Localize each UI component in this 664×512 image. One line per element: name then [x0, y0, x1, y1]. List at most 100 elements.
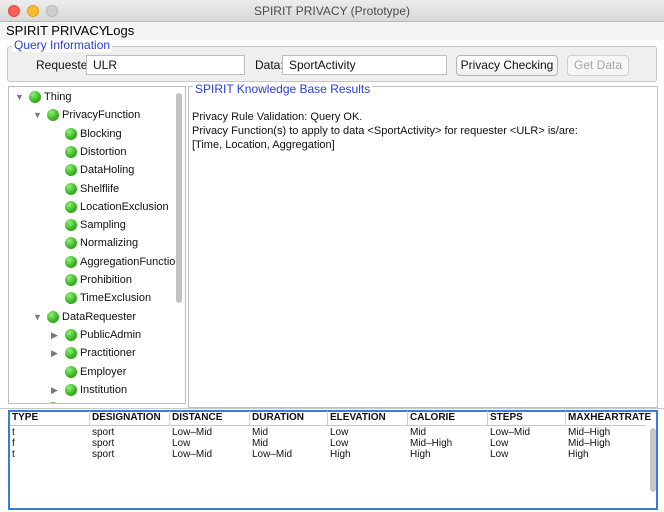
tree-item-label: Institution — [80, 383, 128, 396]
tree-item[interactable]: Owner — [9, 400, 177, 403]
tree-item[interactable]: ▼ DataRequester — [9, 309, 177, 325]
tree-item[interactable]: AggregationFunction — [9, 254, 182, 270]
tree-item[interactable]: ▶ Institution — [9, 382, 177, 398]
table-cell[interactable]: Mid — [250, 438, 268, 449]
table-cell[interactable]: Low — [488, 438, 508, 449]
table-cell[interactable]: Low — [328, 438, 348, 449]
table-cell[interactable]: Low–Mid — [488, 427, 530, 438]
menu-spirit-privacy[interactable]: SPIRIT PRIVACY — [6, 23, 107, 38]
tree-item[interactable]: Blocking — [9, 126, 177, 142]
collapse-triangle-icon[interactable]: ▶ — [51, 382, 58, 398]
tree-item-label: Thing — [44, 91, 72, 103]
expand-triangle-icon[interactable]: ▼ — [15, 89, 24, 105]
tree-item[interactable]: ▼ Thing — [9, 89, 177, 105]
tree-item[interactable]: ▶ PublicAdmin — [9, 327, 177, 343]
requester-input[interactable] — [86, 55, 245, 75]
tree-item[interactable]: DataHoling — [9, 162, 177, 178]
tree-item[interactable]: ▼ PrivacyFunction — [9, 107, 177, 123]
data-label: Data: — [255, 58, 284, 72]
table-cell[interactable]: t — [10, 449, 15, 460]
class-node-icon — [65, 182, 77, 195]
column-header-maxheartrate[interactable]: MAXHEARTRATE — [566, 411, 651, 425]
class-node-icon — [65, 328, 77, 341]
column-header-duration[interactable]: DURATION — [250, 411, 328, 425]
tree-scrollbar[interactable] — [176, 93, 182, 303]
table-cell[interactable]: Mid–High — [408, 438, 452, 449]
get-data-button[interactable]: Get Data — [567, 55, 629, 76]
column-header-calorie[interactable]: CALORIE — [408, 411, 488, 425]
tree-item-label: PrivacyFunction — [62, 109, 141, 122]
class-node-icon — [65, 164, 77, 177]
tree-item[interactable]: TimeExclusion — [9, 290, 177, 306]
collapse-triangle-icon[interactable]: ▶ — [51, 327, 58, 343]
class-node-icon — [65, 219, 77, 232]
tree-item-label: DataHoling — [80, 164, 135, 177]
table-cell[interactable]: Low–Mid — [170, 427, 212, 438]
window-title: SPIRIT PRIVACY (Prototype) — [253, 4, 411, 18]
knowledge-base-results-legend: SPIRIT Knowledge Base Results — [193, 82, 373, 96]
tree-item[interactable]: LocationExclusion — [9, 199, 177, 215]
table-cell[interactable]: High — [328, 449, 351, 460]
expand-triangle-icon[interactable]: ▼ — [33, 107, 42, 123]
collapse-triangle-icon[interactable]: ▶ — [51, 345, 58, 361]
column-header-designation[interactable]: DESIGNATION — [90, 411, 170, 425]
tree-item-label: Owner — [62, 400, 94, 403]
table-cell[interactable]: sport — [90, 449, 114, 460]
table-scrollbar[interactable] — [650, 428, 656, 492]
menu-logs[interactable]: Logs — [106, 23, 134, 38]
class-node-icon — [65, 292, 77, 305]
query-information-legend: Query Information — [12, 38, 113, 52]
tree-item-label: Practitioner — [80, 347, 136, 360]
tree-item-label: PublicAdmin — [80, 328, 142, 341]
privacy-checking-button[interactable]: Privacy Checking — [456, 55, 558, 76]
table-cell[interactable]: sport — [90, 438, 114, 449]
tree-item-label: LocationExclusion — [80, 200, 169, 213]
tree-item[interactable]: Sampling — [9, 217, 177, 233]
class-node-icon — [29, 91, 41, 103]
tree-item-label: TimeExclusion — [80, 292, 152, 305]
ontology-tree[interactable]: ▼ Thing ▼ PrivacyFunction Blocking Distortion… — [8, 86, 186, 404]
table-cell[interactable]: High — [408, 449, 431, 460]
tree-item[interactable]: Normalizing — [9, 235, 177, 251]
tree-item-label: AggregationFunction — [80, 255, 182, 268]
panel-divider — [0, 408, 664, 409]
data-input[interactable] — [282, 55, 447, 75]
table-cell[interactable]: Mid — [250, 427, 268, 438]
table-cell[interactable]: Low — [488, 449, 508, 460]
class-node-icon — [65, 127, 77, 140]
tree-item[interactable]: Employer — [9, 364, 177, 380]
table-header-separator — [10, 425, 646, 426]
tree-item-label: Distortion — [80, 145, 127, 158]
column-header-type[interactable]: TYPE — [10, 411, 90, 425]
tree-item-label: Employer — [80, 365, 127, 378]
table-cell[interactable]: Low–Mid — [250, 449, 292, 460]
class-node-icon — [65, 383, 77, 396]
table-cell[interactable]: Mid–High — [566, 438, 610, 449]
result-line-functions: Privacy Function(s) to apply to data <Sp… — [192, 125, 578, 137]
class-node-icon — [65, 200, 77, 213]
title-bar: SPIRIT PRIVACY (Prototype) — [0, 0, 664, 22]
table-cell[interactable]: sport — [90, 427, 114, 438]
table-cell[interactable]: Low–Mid — [170, 449, 212, 460]
column-header-distance[interactable]: DISTANCE — [170, 411, 250, 425]
table-cell[interactable]: High — [566, 449, 589, 460]
tree-item[interactable]: Shelflife — [9, 181, 177, 197]
table-cell[interactable]: Mid–High — [566, 427, 610, 438]
table-cell[interactable]: Low — [170, 438, 190, 449]
class-node-icon — [65, 365, 77, 378]
column-header-elevation[interactable]: ELEVATION — [328, 411, 408, 425]
tree-item[interactable]: Distortion — [9, 144, 177, 160]
table-cell[interactable]: t — [10, 427, 15, 438]
tree-item[interactable]: Prohibition — [9, 272, 177, 288]
tree-item-label: Normalizing — [80, 237, 139, 250]
table-cell[interactable]: Low — [328, 427, 348, 438]
table-cell[interactable]: f — [10, 438, 15, 449]
tree-item[interactable]: ▶ Practitioner — [9, 345, 177, 361]
column-header-steps[interactable]: STEPS — [488, 411, 566, 425]
class-node-icon — [65, 255, 77, 268]
expand-triangle-icon[interactable]: ▼ — [33, 309, 42, 325]
class-node-icon — [47, 109, 59, 122]
table-cell[interactable]: Mid — [408, 427, 426, 438]
class-node-icon — [65, 274, 77, 286]
tree-item-label: DataRequester — [62, 310, 136, 323]
